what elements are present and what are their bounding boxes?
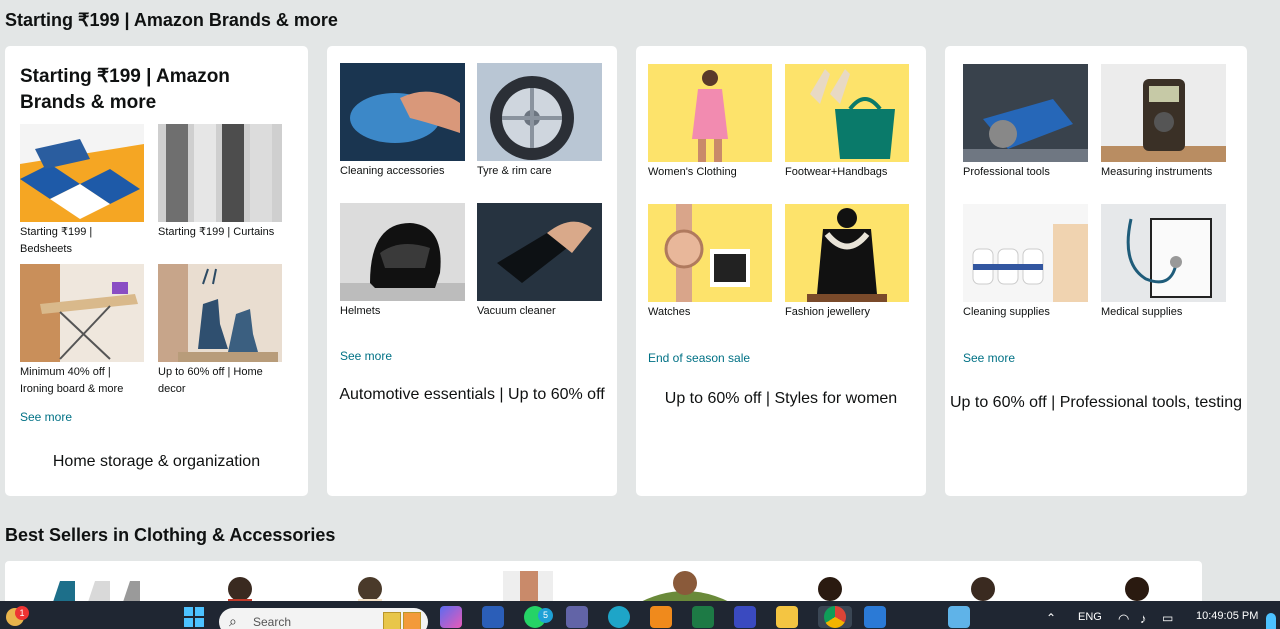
card-amazon-brands: Starting ₹199 | Amazon Brands & more Sta…: [5, 46, 308, 496]
tile-caption: Footwear+Handbags: [785, 166, 888, 178]
tile-tyre-rim-care[interactable]: Tyre & rim care: [477, 63, 603, 180]
section-title-best-sellers: Best Sellers in Clothing & Accessories: [5, 525, 336, 545]
curtains-image[interactable]: [158, 124, 282, 222]
chrome-icon-active[interactable]: [818, 606, 852, 628]
footwear-handbags-image[interactable]: [785, 64, 909, 162]
notification-bell-icon[interactable]: [1266, 613, 1276, 629]
tile-fashion-jewellery[interactable]: Fashion jewellery: [785, 204, 911, 321]
card-footer-link[interactable]: Up to 60% off | Styles for women: [636, 390, 926, 408]
fashion-jewellery-image[interactable]: [785, 204, 909, 302]
teams-icon[interactable]: [566, 606, 588, 628]
tile-caption: Cleaning supplies: [963, 306, 1050, 318]
card-automotive: Cleaning accessories Tyre & rim care Hel: [327, 46, 617, 496]
medical-supplies-image[interactable]: [1101, 204, 1226, 302]
cleaning-accessories-image[interactable]: [340, 63, 465, 161]
card-professional-tools: Professional tools Measuring instruments: [945, 46, 1247, 496]
tile-caption: Minimum 40% off | Ironing board & more: [20, 366, 124, 395]
card-heading: Starting ₹199 | Amazon Brands & more: [20, 66, 230, 113]
tile-caption: Cleaning accessories: [340, 165, 445, 177]
tile-womens-clothing[interactable]: Women's Clothing: [648, 64, 774, 181]
tile-curtains[interactable]: Starting ₹199 | Curtains: [158, 124, 284, 241]
volume-icon[interactable]: ♪: [1140, 611, 1147, 626]
tile-caption: Up to 60% off | Home decor: [158, 366, 263, 395]
tile-caption: Fashion jewellery: [785, 306, 870, 318]
tile-caption: Measuring instruments: [1101, 166, 1213, 178]
wifi-icon[interactable]: ◠: [1118, 611, 1129, 627]
tile-watches[interactable]: Watches: [648, 204, 774, 321]
windows-start-icon[interactable]: [183, 606, 205, 628]
copilot-icon[interactable]: [440, 606, 462, 628]
helmets-image[interactable]: [340, 203, 465, 301]
excel-icon[interactable]: [692, 606, 714, 628]
tile-professional-tools[interactable]: Professional tools: [963, 64, 1089, 181]
taskbar: 1 5 ⌃ ENG ◠ ♪ ▭ 10:49:05 PM: [0, 601, 1280, 629]
app-icon[interactable]: [734, 606, 756, 628]
language-indicator[interactable]: ENG: [1078, 611, 1102, 623]
clock[interactable]: 10:49:05 PM: [1196, 610, 1258, 622]
tile-ironing-board[interactable]: Minimum 40% off | Ironing board & more: [20, 264, 146, 398]
notepad-icon[interactable]: [948, 606, 970, 628]
tile-caption: Professional tools: [963, 166, 1050, 178]
tile-caption: Helmets: [340, 305, 381, 317]
tile-medical-supplies[interactable]: Medical supplies: [1101, 204, 1227, 321]
see-more-link[interactable]: See more: [963, 351, 1015, 365]
tile-caption: Watches: [648, 306, 691, 318]
taskbar-search-box[interactable]: ⌕ Search: [219, 608, 428, 629]
card-footer-link[interactable]: Automotive essentials | Up to 60% off: [327, 386, 617, 404]
watches-image[interactable]: [648, 204, 772, 302]
card-footer-link[interactable]: Home storage & organization: [5, 453, 308, 471]
vlc-icon[interactable]: [650, 606, 672, 628]
ironing-board-image[interactable]: [20, 264, 144, 362]
search-placeholder: Search: [253, 615, 292, 629]
home-decor-image[interactable]: [158, 264, 282, 362]
tyre-rim-image[interactable]: [477, 63, 602, 161]
tile-caption: Tyre & rim care: [477, 165, 552, 177]
vacuum-cleaner-image[interactable]: [477, 203, 602, 301]
tile-vacuum-cleaner[interactable]: Vacuum cleaner: [477, 203, 603, 320]
section-title-amazon-brands: Starting ₹199 | Amazon Brands & more: [5, 10, 338, 30]
tile-measuring-instruments[interactable]: Measuring instruments: [1101, 64, 1227, 181]
tile-caption: Women's Clothing: [648, 166, 737, 178]
tile-cleaning-accessories[interactable]: Cleaning accessories: [340, 63, 466, 180]
notification-badge: 1: [15, 606, 29, 620]
show-hidden-icons-chevron-icon[interactable]: ⌃: [1046, 611, 1056, 625]
professional-tools-image[interactable]: [963, 64, 1088, 162]
bedsheets-image[interactable]: [20, 124, 144, 222]
measuring-instruments-image[interactable]: [1101, 64, 1226, 162]
tile-caption: Medical supplies: [1101, 306, 1183, 318]
search-highlight-icon: [403, 612, 421, 629]
cleaning-supplies-image[interactable]: [963, 204, 1088, 302]
vscode-icon[interactable]: [864, 606, 886, 628]
search-highlight-icon: [383, 612, 401, 629]
tile-home-decor[interactable]: Up to 60% off | Home decor: [158, 264, 284, 398]
whatsapp-badge: 5: [538, 608, 553, 623]
tile-bedsheets[interactable]: Starting ₹199 | Bedsheets: [20, 124, 146, 258]
tile-cleaning-supplies[interactable]: Cleaning supplies: [963, 204, 1089, 321]
womens-clothing-image[interactable]: [648, 64, 772, 162]
battery-icon[interactable]: ▭: [1162, 611, 1173, 625]
see-more-link[interactable]: See more: [340, 349, 392, 363]
search-icon: ⌕: [229, 613, 237, 629]
card-footer-link[interactable]: Up to 60% off | Professional tools, test…: [945, 394, 1247, 412]
tile-caption: Starting ₹199 | Curtains: [158, 226, 275, 238]
tile-footwear-handbags[interactable]: Footwear+Handbags: [785, 64, 911, 181]
edge-icon[interactable]: [608, 606, 630, 628]
end-of-season-sale-link[interactable]: End of season sale: [648, 351, 750, 365]
card-styles-for-women: Women's Clothing Footwear+Handbags Watch…: [636, 46, 926, 496]
word-icon[interactable]: [482, 606, 504, 628]
tile-caption: Starting ₹199 | Bedsheets: [20, 226, 93, 255]
file-explorer-icon[interactable]: [776, 606, 798, 628]
tile-helmets[interactable]: Helmets: [340, 203, 466, 320]
see-more-link[interactable]: See more: [20, 410, 72, 424]
tile-caption: Vacuum cleaner: [477, 305, 556, 317]
